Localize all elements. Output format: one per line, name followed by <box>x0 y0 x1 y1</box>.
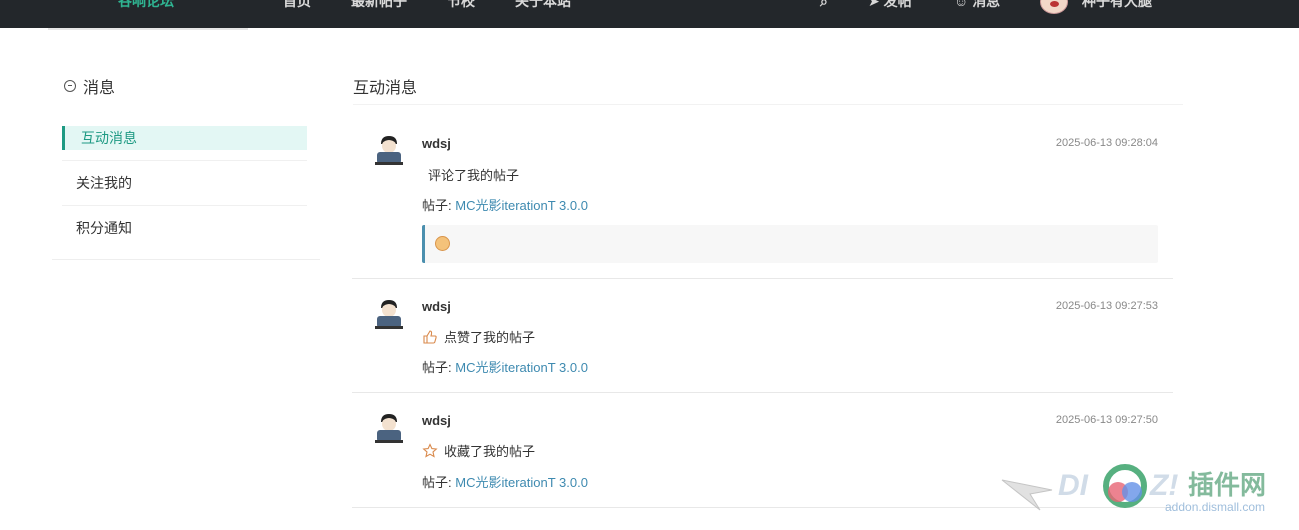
svg-text:插件网: 插件网 <box>1188 471 1266 501</box>
search-icon[interactable]: ⌕ <box>820 0 828 8</box>
sidebar-header: 消息 <box>64 74 115 98</box>
page-title: 互动消息 <box>353 80 418 97</box>
svg-text:DI: DI <box>1058 469 1089 502</box>
user-avatar-icon[interactable] <box>372 132 406 166</box>
nav-link-home[interactable]: 首页 <box>283 0 311 8</box>
discuz-logo-icon: DI Z! 插件网 addon.dismall.com <box>1001 464 1266 514</box>
action-text: 收藏了我的帖子 <box>444 444 536 459</box>
post-link[interactable]: MC光影iterationT 3.0.0 <box>455 475 588 490</box>
messages-label: 消息 <box>972 0 1001 9</box>
nav-shadow <box>48 28 248 30</box>
user-avatar-icon[interactable] <box>372 410 406 444</box>
action-text: 点赞了我的帖子 <box>444 330 536 345</box>
message-action: 点赞了我的帖子 <box>422 327 535 346</box>
site-brand[interactable]: 谷响论坛 <box>118 0 174 8</box>
divider <box>62 205 307 206</box>
sidebar-item-interactions[interactable]: 互动消息 <box>62 126 307 150</box>
post-link[interactable]: MC光影iterationT 3.0.0 <box>455 198 588 213</box>
thumbs-up-icon <box>423 329 437 344</box>
post-label: 发帖 <box>883 0 912 9</box>
list-item: wdsj 2025-06-13 09:27:53 点赞了我的帖子 帖子: MC光… <box>352 279 1173 393</box>
message-action: 评论了我的帖子 <box>428 168 520 183</box>
user-avatar-icon[interactable] <box>372 296 406 330</box>
nav-link-about[interactable]: 关于本站 <box>515 0 571 8</box>
emoji-icon <box>435 236 450 251</box>
comment-quote <box>422 225 1158 263</box>
svg-text:addon.dismall.com: addon.dismall.com <box>1165 500 1265 514</box>
list-item: wdsj 2025-06-13 09:28:04 评论了我的帖子 帖子: MC光… <box>352 118 1173 279</box>
message-time: 2025-06-13 09:27:53 <box>1055 300 1158 312</box>
message-action: 收藏了我的帖子 <box>422 441 535 460</box>
post-prefix: 帖子: <box>422 360 452 375</box>
svg-text:Z!: Z! <box>1149 469 1178 502</box>
post-link[interactable]: MC光影iterationT 3.0.0 <box>455 360 588 375</box>
messages-button[interactable]: ☺ 消息 <box>954 0 1000 8</box>
message-username[interactable]: wdsj <box>422 413 451 428</box>
message-username[interactable]: wdsj <box>422 299 451 314</box>
clock-icon <box>64 80 76 92</box>
post-prefix: 帖子: <box>422 475 452 490</box>
user-avatar[interactable] <box>1040 0 1068 14</box>
nav-link-latest[interactable]: 最新帖子 <box>351 0 407 8</box>
message-username[interactable]: wdsj <box>422 136 451 151</box>
message-post: 帖子: MC光影iterationT 3.0.0 <box>422 472 588 491</box>
message-time: 2025-06-13 09:27:50 <box>1055 414 1158 426</box>
sidebar-item-followers[interactable]: 关注我的 <box>62 171 307 195</box>
sidebar-item-points[interactable]: 积分通知 <box>62 216 307 240</box>
star-icon <box>422 442 438 458</box>
message-post: 帖子: MC光影iterationT 3.0.0 <box>422 195 588 214</box>
message-post: 帖子: MC光影iterationT 3.0.0 <box>422 357 588 376</box>
nav-link-3[interactable]: 节校 <box>447 0 475 8</box>
sidebar-title: 消息 <box>83 80 116 97</box>
divider <box>62 160 307 161</box>
top-navbar: 谷响论坛 首页 最新帖子 节校 关于本站 ⌕ ➤ 发帖 ☺ 消息 种子有大腿 <box>0 0 1299 28</box>
message-sidebar: 消息 互动消息 关注我的 积分通知 <box>52 60 320 260</box>
title-divider <box>353 104 1183 105</box>
message-time: 2025-06-13 09:28:04 <box>1055 137 1158 149</box>
post-prefix: 帖子: <box>422 198 452 213</box>
username[interactable]: 种子有大腿 <box>1082 0 1152 8</box>
discuz-watermark-logo: DI Z! 插件网 addon.dismall.com <box>1000 458 1299 530</box>
post-button[interactable]: ➤ 发帖 <box>868 0 912 8</box>
